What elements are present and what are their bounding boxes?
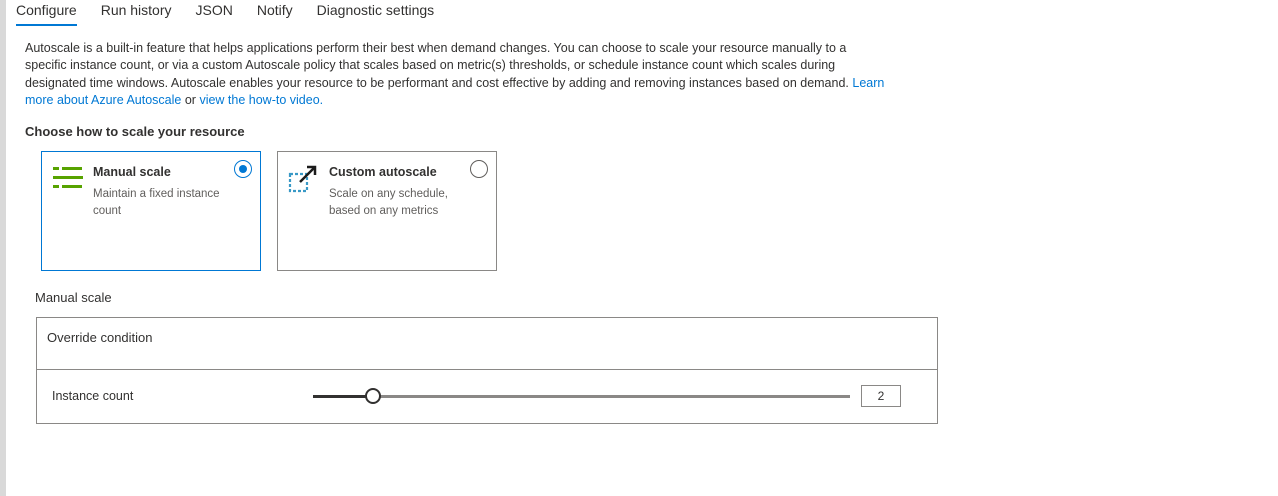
manual-scale-panel: Override condition Instance count [36, 317, 938, 424]
tab-bar: Configure Run history JSON Notify Diagno… [16, 0, 458, 26]
instance-count-slider[interactable] [313, 388, 850, 404]
manual-scale-title: Manual scale [93, 165, 171, 179]
autoscale-description: Autoscale is a built-in feature that hel… [25, 40, 885, 109]
manual-scale-option[interactable]: Manual scale Maintain a fixed instance c… [41, 151, 261, 271]
window-left-edge [0, 0, 6, 496]
override-condition-label: Override condition [47, 330, 153, 345]
manual-scale-heading: Manual scale [35, 290, 112, 305]
section-title: Choose how to scale your resource [25, 124, 245, 139]
custom-autoscale-icon [288, 165, 320, 193]
tab-configure[interactable]: Configure [16, 0, 77, 26]
tab-diagnostic-settings[interactable]: Diagnostic settings [317, 0, 435, 26]
description-connector: or [184, 92, 196, 107]
custom-autoscale-radio[interactable] [470, 160, 488, 178]
tab-json[interactable]: JSON [196, 0, 233, 26]
tab-run-history[interactable]: Run history [101, 0, 172, 26]
tab-notify[interactable]: Notify [257, 0, 293, 26]
manual-scale-icon [52, 165, 84, 193]
manual-scale-description: Maintain a fixed instance count [93, 188, 220, 217]
manual-scale-radio[interactable] [234, 160, 252, 178]
custom-autoscale-title: Custom autoscale [329, 165, 437, 179]
instance-count-input[interactable] [861, 385, 901, 407]
slider-thumb[interactable] [365, 388, 382, 404]
slider-fill [313, 395, 374, 398]
how-to-video-link[interactable]: view the how-to video. [199, 93, 323, 107]
custom-autoscale-description: Scale on any schedule, based on any metr… [329, 188, 448, 217]
override-condition-header: Override condition [37, 318, 937, 370]
instance-count-label: Instance count [52, 389, 134, 403]
description-text: Autoscale is a built-in feature that hel… [25, 41, 849, 90]
custom-autoscale-option[interactable]: Custom autoscale Scale on any schedule, … [277, 151, 497, 271]
